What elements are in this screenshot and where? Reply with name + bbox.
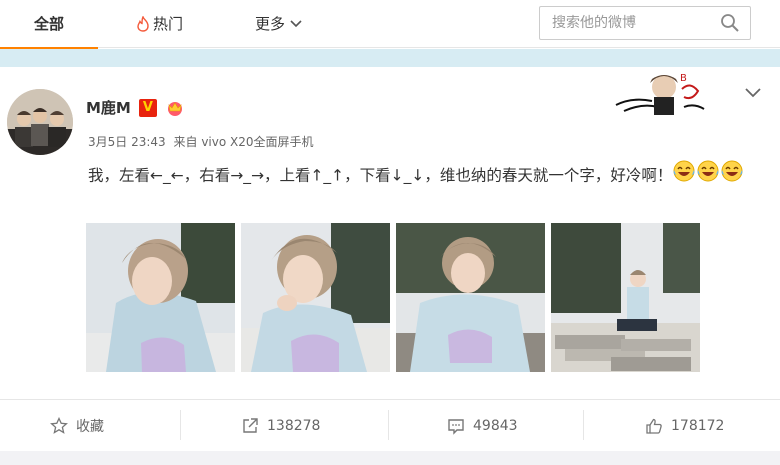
search-box: [539, 6, 751, 40]
photo-thumbnail[interactable]: [86, 223, 235, 372]
divider: [180, 410, 181, 440]
svg-text:B: B: [680, 73, 687, 84]
tab-hot-label: 热门: [153, 15, 184, 33]
vip-crown-icon: [167, 101, 182, 116]
post-text: 我，左看←_←，右看→_→，上看↑_↑，下看↓_↓，维也纳的春天就一个字，好冷啊…: [88, 160, 768, 192]
photo-grid: [86, 223, 700, 372]
post-source: 来自 vivo X20全面屏手机: [173, 135, 314, 149]
author-row: M鹿M V: [86, 97, 185, 118]
post-time[interactable]: 3月5日 23:43: [88, 135, 166, 149]
star-icon: [50, 417, 68, 434]
share-icon: [243, 418, 258, 433]
fire-icon: [137, 16, 149, 32]
like-button[interactable]: 178172: [645, 400, 724, 452]
photo-thumbnail[interactable]: [241, 223, 390, 372]
favorite-label: 收藏: [76, 419, 104, 435]
like-count: 178172: [671, 418, 725, 434]
avatar-image: [7, 89, 73, 155]
search-input[interactable]: [552, 13, 712, 33]
author-name[interactable]: M鹿M: [86, 97, 131, 118]
post-meta: 3月5日 23:43 来自 vivo X20全面屏手机: [88, 133, 314, 150]
comment-icon: [448, 419, 464, 435]
comment-count: 49843: [473, 418, 518, 434]
tab-all[interactable]: 全部: [0, 0, 98, 49]
search-icon[interactable]: [720, 13, 740, 33]
photo-thumbnail[interactable]: [551, 223, 700, 372]
laughing-tears-emoji-icon: [672, 160, 696, 192]
thumbs-up-icon: [646, 418, 662, 434]
repost-count: 138278: [267, 418, 321, 434]
tab-more-label: 更多: [255, 15, 286, 33]
favorite-button[interactable]: 收藏: [50, 400, 104, 452]
tab-hot[interactable]: 热门: [136, 0, 183, 48]
laughing-tears-emoji-icon: [720, 160, 744, 192]
photo-thumbnail[interactable]: [396, 223, 545, 372]
comment-button[interactable]: 49843: [447, 400, 518, 452]
header-band: [0, 49, 780, 67]
tab-all-label: 全部: [33, 15, 64, 33]
verified-badge-icon: V: [138, 98, 157, 117]
divider: [583, 410, 584, 440]
divider: [388, 410, 389, 440]
footer-strip: [0, 451, 780, 465]
repost-button[interactable]: 138278: [241, 400, 320, 452]
weibo-post-card: M鹿M V 3月5日 23:43 来自 vivo X20全面屏手机 B 我，左看…: [0, 67, 780, 465]
avatar[interactable]: [7, 89, 73, 155]
chevron-down-icon: [290, 20, 302, 28]
laughing-tears-emoji-icon: [696, 160, 720, 192]
topic-decoration-image: B: [615, 73, 705, 115]
post-text-body: 我，左看←_←，右看→_→，上看↑_↑，下看↓_↓，维也纳的春天就一个字，好冷啊…: [88, 166, 673, 185]
top-tab-bar: 全部 热门 更多: [0, 0, 780, 49]
post-menu-chevron-icon[interactable]: [744, 87, 762, 99]
post-action-bar: 收藏 138278 49843 178172: [0, 399, 780, 451]
tab-more[interactable]: 更多: [255, 0, 303, 48]
